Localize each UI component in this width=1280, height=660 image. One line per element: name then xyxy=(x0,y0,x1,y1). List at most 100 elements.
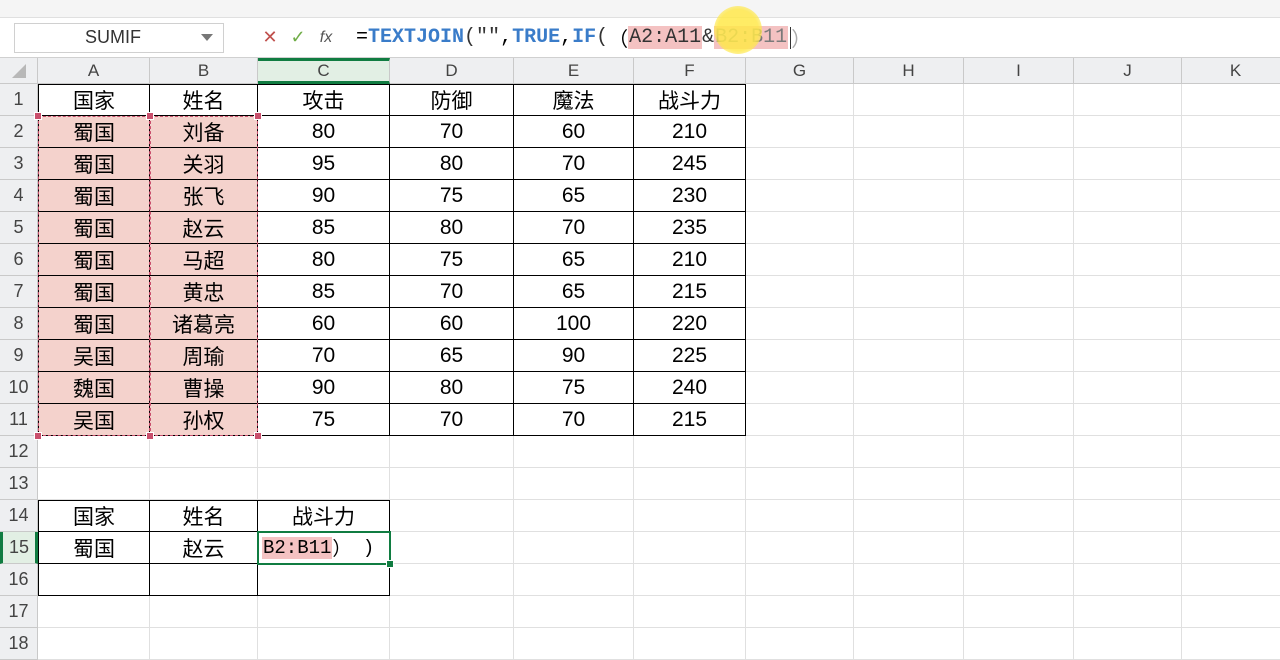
cell-E7[interactable]: 65 xyxy=(514,276,634,308)
cell-D2[interactable]: 70 xyxy=(390,116,514,148)
cell-K11[interactable] xyxy=(1182,404,1280,436)
cell-J6[interactable] xyxy=(1074,244,1182,276)
cell-F6[interactable]: 210 xyxy=(634,244,746,276)
cell-K9[interactable] xyxy=(1182,340,1280,372)
cell-B8[interactable]: 诸葛亮 xyxy=(150,308,258,340)
cell-K14[interactable] xyxy=(1182,500,1280,532)
cell-C5[interactable]: 85 xyxy=(258,212,390,244)
cell-A11[interactable]: 吴国 xyxy=(38,404,150,436)
cell-D14[interactable] xyxy=(390,500,514,532)
cell-C9[interactable]: 70 xyxy=(258,340,390,372)
cell-I15[interactable] xyxy=(964,532,1074,564)
cell-B10[interactable]: 曹操 xyxy=(150,372,258,404)
cell-J13[interactable] xyxy=(1074,468,1182,500)
cell-D3[interactable]: 80 xyxy=(390,148,514,180)
cell-J2[interactable] xyxy=(1074,116,1182,148)
cancel-icon[interactable]: ✕ xyxy=(260,28,280,48)
cell-C12[interactable] xyxy=(258,436,390,468)
cell-J7[interactable] xyxy=(1074,276,1182,308)
cell-D7[interactable]: 70 xyxy=(390,276,514,308)
cell-K1[interactable] xyxy=(1182,84,1280,116)
range-handle[interactable] xyxy=(34,432,42,440)
cell-J11[interactable] xyxy=(1074,404,1182,436)
cell-B1[interactable]: 姓名 xyxy=(150,84,258,116)
row-head-7[interactable]: 7 xyxy=(0,276,38,308)
accept-icon[interactable]: ✓ xyxy=(288,28,308,48)
cell-E17[interactable] xyxy=(514,596,634,628)
cell-H5[interactable] xyxy=(854,212,964,244)
cell-E18[interactable] xyxy=(514,628,634,660)
cell-A13[interactable] xyxy=(38,468,150,500)
cell-B7[interactable]: 黄忠 xyxy=(150,276,258,308)
cell-F17[interactable] xyxy=(634,596,746,628)
cell-F16[interactable] xyxy=(634,564,746,596)
cell-C2[interactable]: 80 xyxy=(258,116,390,148)
fx-icon[interactable]: fx xyxy=(316,28,336,48)
cell-B18[interactable] xyxy=(150,628,258,660)
cell-J18[interactable] xyxy=(1074,628,1182,660)
row-head-8[interactable]: 8 xyxy=(0,308,38,340)
range-handle[interactable] xyxy=(254,112,262,120)
row-head-2[interactable]: 2 xyxy=(0,116,38,148)
cell-G9[interactable] xyxy=(746,340,854,372)
cell-H3[interactable] xyxy=(854,148,964,180)
cell-G16[interactable] xyxy=(746,564,854,596)
row-head-14[interactable]: 14 xyxy=(0,500,38,532)
cell-J5[interactable] xyxy=(1074,212,1182,244)
spreadsheet-grid[interactable]: A B C D E F G H I J K 1 国家 姓名 攻击 防御 魔法 战… xyxy=(0,58,1280,660)
row-head-12[interactable]: 12 xyxy=(0,436,38,468)
cell-A17[interactable] xyxy=(38,596,150,628)
cell-E8[interactable]: 100 xyxy=(514,308,634,340)
cell-E1[interactable]: 魔法 xyxy=(514,84,634,116)
row-head-3[interactable]: 3 xyxy=(0,148,38,180)
cell-C3[interactable]: 95 xyxy=(258,148,390,180)
cell-H14[interactable] xyxy=(854,500,964,532)
cell-F14[interactable] xyxy=(634,500,746,532)
cell-G5[interactable] xyxy=(746,212,854,244)
cell-A9[interactable]: 吴国 xyxy=(38,340,150,372)
cell-K16[interactable] xyxy=(1182,564,1280,596)
cell-B2[interactable]: 刘备 xyxy=(150,116,258,148)
cell-I13[interactable] xyxy=(964,468,1074,500)
cell-A7[interactable]: 蜀国 xyxy=(38,276,150,308)
cell-H9[interactable] xyxy=(854,340,964,372)
row-head-9[interactable]: 9 xyxy=(0,340,38,372)
cell-F13[interactable] xyxy=(634,468,746,500)
cell-K7[interactable] xyxy=(1182,276,1280,308)
cell-B6[interactable]: 马超 xyxy=(150,244,258,276)
cell-C13[interactable] xyxy=(258,468,390,500)
cell-K6[interactable] xyxy=(1182,244,1280,276)
cell-A4[interactable]: 蜀国 xyxy=(38,180,150,212)
cell-K5[interactable] xyxy=(1182,212,1280,244)
row-head-10[interactable]: 10 xyxy=(0,372,38,404)
cell-J1[interactable] xyxy=(1074,84,1182,116)
cell-I4[interactable] xyxy=(964,180,1074,212)
cell-D8[interactable]: 60 xyxy=(390,308,514,340)
cell-G4[interactable] xyxy=(746,180,854,212)
cell-F2[interactable]: 210 xyxy=(634,116,746,148)
cell-K2[interactable] xyxy=(1182,116,1280,148)
cell-J9[interactable] xyxy=(1074,340,1182,372)
col-head-E[interactable]: E xyxy=(514,58,634,84)
cell-J14[interactable] xyxy=(1074,500,1182,532)
cell-E12[interactable] xyxy=(514,436,634,468)
cell-F1[interactable]: 战斗力 xyxy=(634,84,746,116)
cell-E16[interactable] xyxy=(514,564,634,596)
cell-D5[interactable]: 80 xyxy=(390,212,514,244)
cell-E4[interactable]: 65 xyxy=(514,180,634,212)
row-head-6[interactable]: 6 xyxy=(0,244,38,276)
cell-I6[interactable] xyxy=(964,244,1074,276)
cell-B5[interactable]: 赵云 xyxy=(150,212,258,244)
cell-K17[interactable] xyxy=(1182,596,1280,628)
cell-F5[interactable]: 235 xyxy=(634,212,746,244)
cell-I18[interactable] xyxy=(964,628,1074,660)
cell-D1[interactable]: 防御 xyxy=(390,84,514,116)
col-head-A[interactable]: A xyxy=(38,58,150,84)
col-head-C[interactable]: C xyxy=(258,58,390,84)
cell-I1[interactable] xyxy=(964,84,1074,116)
cell-K12[interactable] xyxy=(1182,436,1280,468)
cell-F10[interactable]: 240 xyxy=(634,372,746,404)
cell-C11[interactable]: 75 xyxy=(258,404,390,436)
cell-J8[interactable] xyxy=(1074,308,1182,340)
cell-H16[interactable] xyxy=(854,564,964,596)
